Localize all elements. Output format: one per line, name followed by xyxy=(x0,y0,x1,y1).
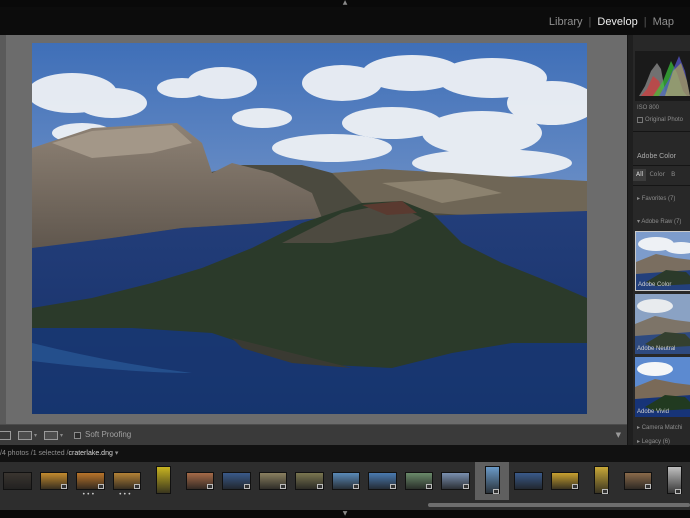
edit-badge-icon xyxy=(389,484,396,489)
loupe-view-icon[interactable] xyxy=(0,431,11,440)
filmstrip-thumbnail[interactable] xyxy=(219,462,254,500)
thumbnail-image xyxy=(156,466,171,494)
profile-thumb-adobe-neutral[interactable]: Adobe Neutral xyxy=(635,294,690,354)
rating-dots-icon: ••• xyxy=(118,491,133,498)
adobe-raw-group[interactable]: ▾ Adobe Raw (7) xyxy=(637,218,681,225)
edit-badge-icon xyxy=(316,484,323,489)
filmstrip-header: /4 photos /1 selected /craterlake.dng ▾ xyxy=(0,445,690,462)
left-panel-edge[interactable] xyxy=(0,35,6,424)
edit-badge-icon xyxy=(243,484,250,489)
bottom-panel-arrow-icon[interactable]: ▼ xyxy=(341,511,349,517)
original-photo-label: Original Photo xyxy=(645,117,684,123)
filmstrip-thumbnail[interactable] xyxy=(511,462,546,500)
profile-browser-title: Adobe Color xyxy=(637,153,676,160)
profile-thumb-adobe-color[interactable]: Adobe Color xyxy=(635,231,690,291)
panel-divider xyxy=(633,165,690,166)
develop-canvas[interactable] xyxy=(0,35,627,424)
camera-matching-group[interactable]: ▸ Camera Matchi xyxy=(637,424,682,431)
edit-badge-icon xyxy=(97,484,104,489)
filter-color[interactable]: Color xyxy=(646,169,668,181)
yy-compare-icon[interactable] xyxy=(44,431,58,440)
filter-all[interactable]: All xyxy=(633,169,647,181)
edit-badge-icon xyxy=(675,489,681,494)
right-panel-scrollbar[interactable] xyxy=(628,35,633,445)
filmstrip-source-info[interactable]: /4 photos /1 selected /craterlake.dng ▾ xyxy=(0,449,118,457)
filmstrip-thumbnail[interactable] xyxy=(0,462,35,500)
module-picker-bar: Library | Develop | Map xyxy=(0,7,690,35)
panel-divider xyxy=(633,185,690,186)
toolbar-menu-icon[interactable]: ▼ xyxy=(616,431,621,439)
edit-badge-icon xyxy=(645,484,651,489)
edit-badge-icon xyxy=(61,484,67,489)
filmstrip-thumbnail[interactable] xyxy=(292,462,327,500)
filter-bw[interactable]: B xyxy=(668,169,678,181)
filmstrip-thumbnail[interactable] xyxy=(256,462,291,500)
thumbnail-image xyxy=(3,472,32,490)
selected-filename: craterlake.dng xyxy=(68,450,113,457)
module-separator: | xyxy=(643,16,647,28)
before-after-icon[interactable] xyxy=(18,431,32,440)
filmstrip-thumbnail[interactable]: ••• xyxy=(73,462,108,500)
favorites-group[interactable]: ▸ Favorites (7) xyxy=(637,195,675,202)
right-panel: ISO 800 Original Photo Adobe Color All C… xyxy=(627,35,690,445)
soft-proofing-checkbox[interactable] xyxy=(74,432,81,439)
chevron-down-icon[interactable]: ▾ xyxy=(60,432,63,439)
crater-lake-photo xyxy=(32,43,587,414)
profile-preview-image xyxy=(635,357,690,417)
develop-toolbar: ▾ ▾ Soft Proofing ▼ xyxy=(0,424,627,445)
iso-value: ISO 800 xyxy=(637,105,660,111)
filmstrip-thumbnail[interactable] xyxy=(438,462,473,500)
filmstrip-thumbnail[interactable] xyxy=(329,462,364,500)
filmstrip-thumbnail[interactable] xyxy=(183,462,218,500)
legacy-group[interactable]: ▸ Legacy (6) xyxy=(637,438,670,445)
filmstrip-thumbnail[interactable] xyxy=(37,462,72,500)
top-panel-arrow-icon[interactable]: ▲ xyxy=(341,0,349,6)
favorites-label: Favorites (7) xyxy=(641,196,676,202)
edit-badge-icon xyxy=(602,489,608,494)
module-library[interactable]: Library xyxy=(549,16,583,28)
filmstrip-thumbnail[interactable] xyxy=(657,462,690,500)
profile-filter-row: All Color B xyxy=(633,169,690,181)
thumbnail-image xyxy=(514,472,543,490)
module-map[interactable]: Map xyxy=(653,16,674,28)
edit-badge-icon xyxy=(207,484,213,489)
camera-matching-label: Camera Matchi xyxy=(641,425,683,431)
edit-badge-icon xyxy=(492,489,499,494)
profile-label: Adobe Neutral xyxy=(637,346,676,352)
filmstrip-thumbnail[interactable] xyxy=(474,462,509,500)
module-picker: Library | Develop | Map xyxy=(549,16,674,28)
soft-proofing-label: Soft Proofing xyxy=(85,430,132,439)
profile-preview-image xyxy=(635,294,690,354)
edit-badge-icon xyxy=(426,484,432,489)
chevron-down-icon[interactable]: ▾ xyxy=(115,450,119,457)
filmstrip-scrollbar[interactable] xyxy=(428,503,690,507)
rating-dots-icon: ••• xyxy=(82,491,96,498)
filmstrip-thumbnail[interactable] xyxy=(146,462,181,500)
histogram-graph xyxy=(639,56,690,96)
photo-preview[interactable] xyxy=(32,43,587,414)
chevron-down-icon[interactable]: ▾ xyxy=(34,432,37,439)
filmstrip-thumbnail[interactable] xyxy=(402,462,437,500)
panel-divider xyxy=(633,131,690,132)
edit-badge-icon xyxy=(462,484,469,489)
profile-label: Adobe Vivid xyxy=(637,409,669,415)
selection-count: /4 photos /1 selected / xyxy=(0,450,69,457)
edit-badge-icon xyxy=(134,484,140,489)
histogram[interactable] xyxy=(635,51,690,101)
filmstrip-thumbnail[interactable] xyxy=(548,462,583,500)
edit-badge-icon xyxy=(280,484,286,489)
adobe-raw-label: Adobe Raw (7) xyxy=(641,219,682,225)
edit-badge-icon xyxy=(353,484,359,489)
original-photo-checkbox[interactable] xyxy=(637,117,643,123)
profile-label: Adobe Color xyxy=(638,282,672,288)
module-separator: | xyxy=(588,16,592,28)
module-develop[interactable]: Develop xyxy=(597,16,637,28)
filmstrip-thumbnail[interactable] xyxy=(621,462,656,500)
filmstrip-thumbnail[interactable]: ••• xyxy=(110,462,145,500)
filmstrip-thumbnail[interactable] xyxy=(584,462,619,500)
filmstrip-thumbnail[interactable] xyxy=(365,462,400,500)
profile-thumb-adobe-vivid[interactable]: Adobe Vivid xyxy=(635,357,690,417)
edit-badge-icon xyxy=(572,484,578,489)
